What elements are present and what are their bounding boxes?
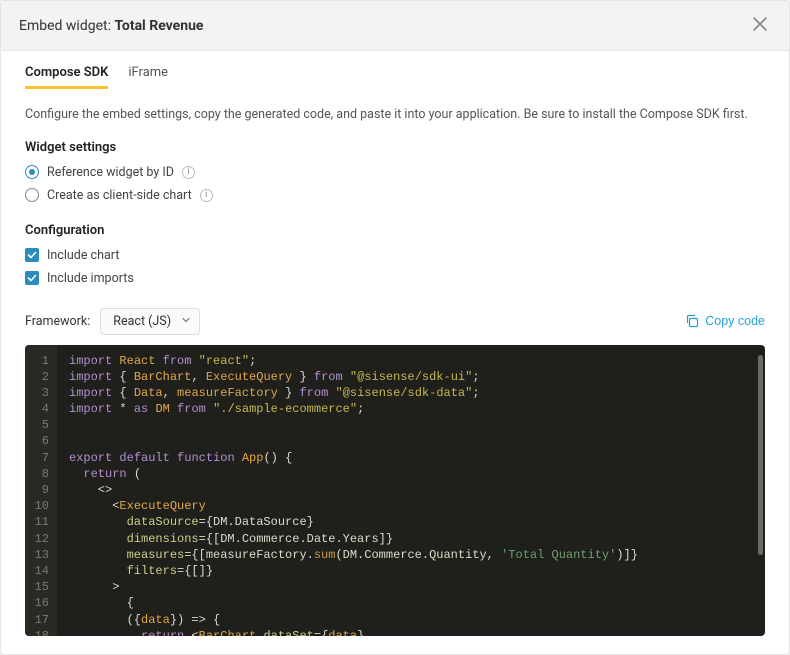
scrollbar-thumb[interactable] [758, 355, 763, 555]
copy-code-button[interactable]: Copy code [685, 314, 765, 328]
info-icon[interactable]: i [200, 189, 213, 202]
copy-icon [685, 314, 699, 328]
close-icon [753, 17, 767, 31]
configuration-section: Configuration Include chart Include impo… [25, 223, 765, 294]
framework-left: Framework: React (JS) [25, 308, 200, 335]
modal-title-prefix: Embed widget: [19, 18, 114, 34]
radio-icon [25, 165, 39, 179]
modal-body: Compose SDK iFrame Configure the embed s… [1, 51, 789, 654]
option-label: Reference widget by ID [47, 165, 174, 180]
checkbox-icon [25, 271, 39, 285]
checkbox-icon [25, 248, 39, 262]
option-label: Include imports [47, 271, 134, 286]
info-icon[interactable]: i [182, 166, 195, 179]
modal-title: Embed widget: Total Revenue [19, 18, 204, 34]
option-include-imports[interactable]: Include imports [25, 271, 765, 286]
option-label: Include chart [47, 248, 119, 263]
radio-icon [25, 188, 39, 202]
embed-widget-modal: Embed widget: Total Revenue Compose SDK … [0, 0, 790, 655]
description-text: Configure the embed settings, copy the g… [25, 106, 765, 124]
option-reference-by-id[interactable]: Reference widget by ID i [25, 165, 765, 180]
option-include-chart[interactable]: Include chart [25, 248, 765, 263]
option-client-side-chart[interactable]: Create as client-side chart i [25, 188, 765, 203]
widget-settings-header: Widget settings [25, 140, 765, 155]
modal-header: Embed widget: Total Revenue [1, 1, 789, 51]
tab-compose-sdk[interactable]: Compose SDK [25, 65, 108, 89]
framework-selected-value: React (JS) [113, 314, 171, 329]
chevron-down-icon [181, 314, 191, 329]
widget-settings-section: Widget settings Reference widget by ID i… [25, 140, 765, 211]
framework-row: Framework: React (JS) Copy code [25, 308, 765, 335]
option-label: Create as client-side chart [47, 188, 192, 203]
tab-iframe[interactable]: iFrame [128, 65, 168, 89]
tabs: Compose SDK iFrame [25, 65, 765, 90]
close-button[interactable] [749, 13, 771, 38]
code-block[interactable]: 1234567891011121314151617181920212223242… [25, 345, 765, 637]
modal-title-name: Total Revenue [114, 18, 203, 34]
configuration-header: Configuration [25, 223, 765, 238]
framework-select[interactable]: React (JS) [100, 308, 200, 335]
code-gutter: 1234567891011121314151617181920212223242… [25, 345, 57, 637]
copy-code-label: Copy code [705, 314, 765, 328]
framework-label: Framework: [25, 314, 90, 329]
code-content: import React from "react"; import { BarC… [57, 345, 765, 637]
